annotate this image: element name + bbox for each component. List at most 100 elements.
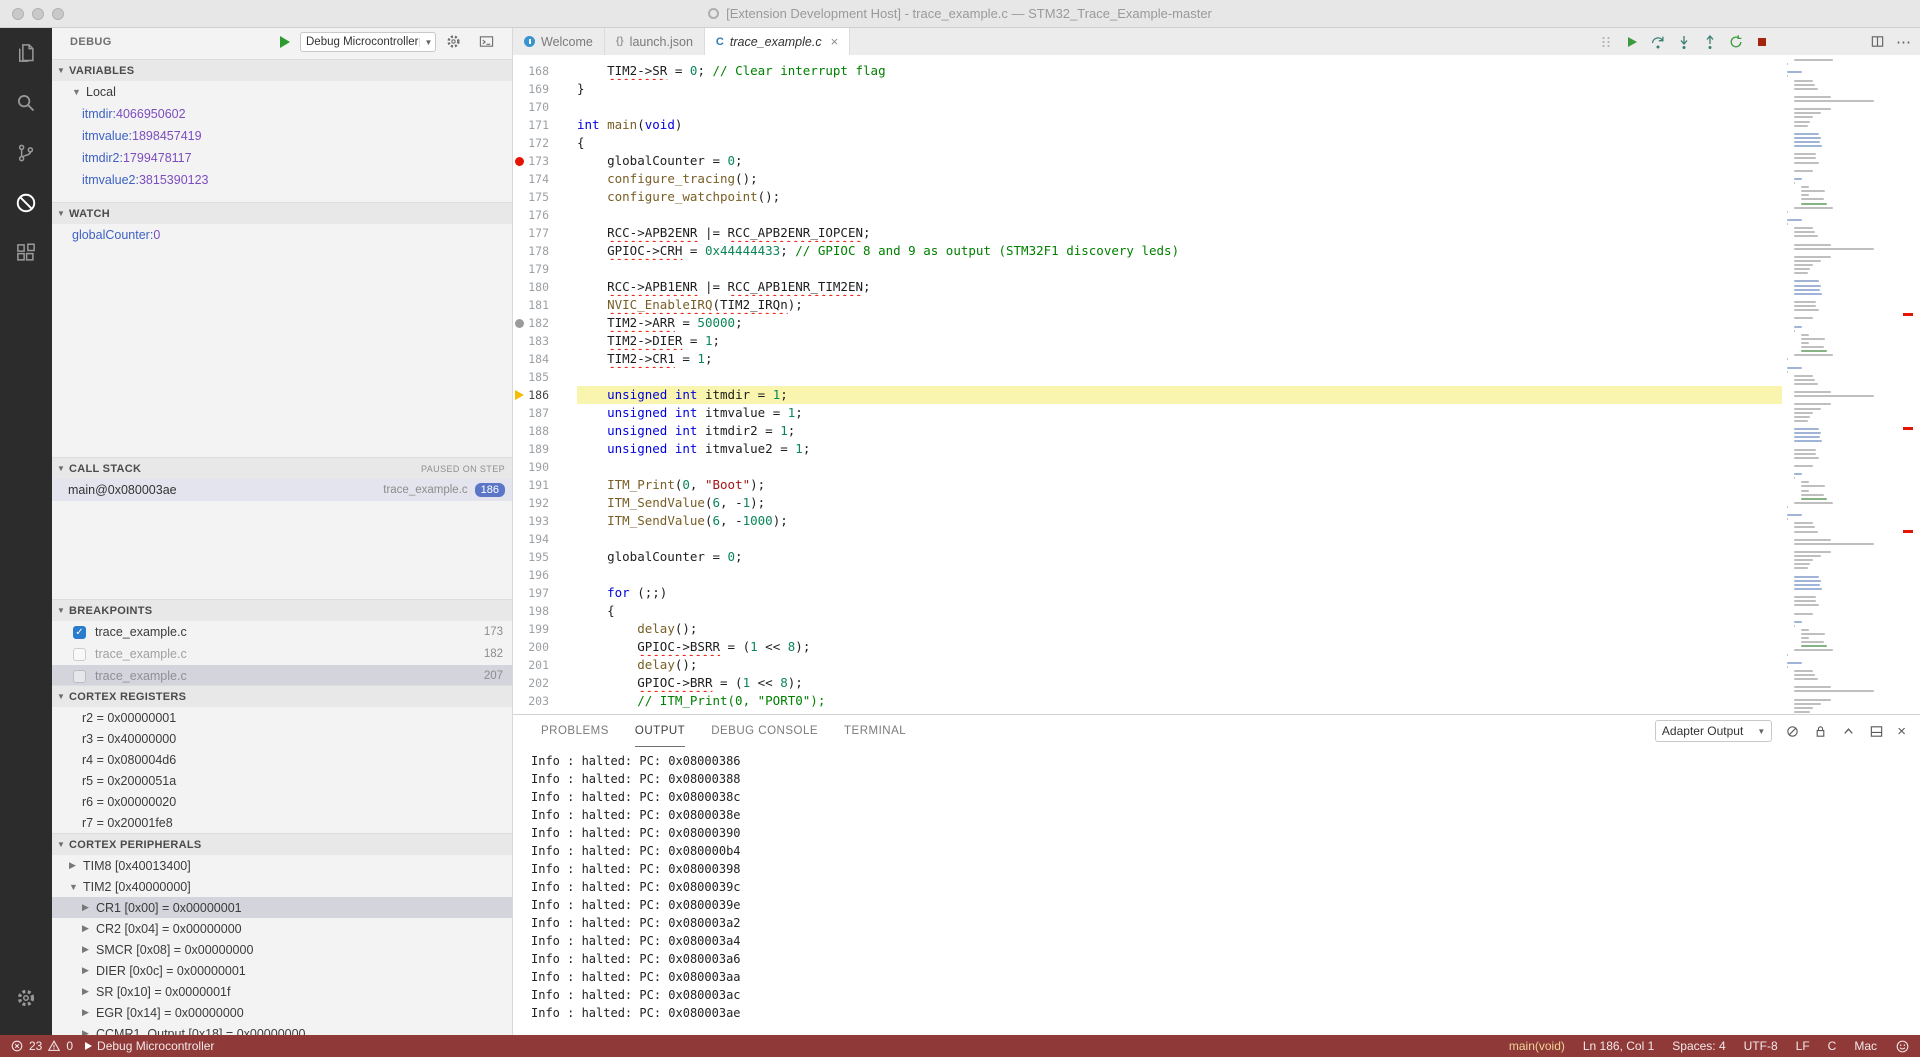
minimap[interactable] [1782, 55, 1895, 714]
breakpoint-glyph[interactable] [513, 278, 527, 296]
breakpoint-glyph[interactable] [513, 440, 527, 458]
peripheral-register-row[interactable]: ▶EGR [0x14] = 0x00000000 [52, 1002, 513, 1023]
watch-row[interactable]: globalCounter: 0 [52, 224, 513, 246]
sidebar-item-search[interactable] [0, 78, 52, 128]
watch-section-header[interactable]: ▼ WATCH [52, 202, 513, 224]
peripheral-register-row[interactable]: ▶DIER [0x0c] = 0x00000001 [52, 960, 513, 981]
scope-local-row[interactable]: ▼ Local [52, 81, 513, 103]
close-window-icon[interactable] [12, 8, 24, 20]
breakpoint-row[interactable]: ✓trace_example.c173 [52, 621, 513, 643]
code-line[interactable]: 181 NVIC_EnableIRQ(TIM2_IRQn); [513, 296, 1782, 314]
peripheral-register-row[interactable]: ▶CR2 [0x04] = 0x00000000 [52, 918, 513, 939]
breakpoint-glyph[interactable] [513, 476, 527, 494]
variable-row[interactable]: itmvalue2: 3815390123 [52, 169, 513, 191]
breakpoint-glyph[interactable] [513, 224, 527, 242]
register-row[interactable]: r3 = 0x40000000 [52, 728, 513, 749]
code-line[interactable]: 187 unsigned int itmvalue = 1; [513, 404, 1782, 422]
code-line[interactable]: 171int main(void) [513, 116, 1782, 134]
callstack-frame[interactable]: main@0x080003aetrace_example.c186 [52, 479, 513, 501]
breakpoint-checkbox[interactable]: ✓ [73, 626, 86, 639]
status-item[interactable]: Spaces: 4 [1672, 1039, 1725, 1053]
breakpoint-glyph[interactable] [513, 116, 527, 134]
output-log[interactable]: Info : halted: PC: 0x08000386Info : halt… [513, 747, 1920, 1036]
panel-tab-terminal[interactable]: TERMINAL [844, 715, 906, 747]
code-line[interactable]: 179 [513, 260, 1782, 278]
code-line[interactable]: 196 [513, 566, 1782, 584]
code-line[interactable]: 184 TIM2->CR1 = 1; [513, 350, 1782, 368]
split-editor-icon[interactable] [1870, 34, 1885, 49]
peripheral-row[interactable]: ▶TIM8 [0x40013400] [52, 855, 513, 876]
debug-config-dropdown[interactable]: Debug Microcontroller ▼ [300, 32, 436, 52]
register-row[interactable]: r5 = 0x2000051a [52, 770, 513, 791]
code-line[interactable]: 185 [513, 368, 1782, 386]
maximize-panel-button[interactable] [1841, 724, 1856, 739]
stop-button[interactable] [1754, 34, 1770, 50]
toolbar-drag-handle[interactable] [1598, 34, 1614, 50]
code-line[interactable]: 199 delay(); [513, 620, 1782, 638]
breakpoint-glyph[interactable] [513, 80, 527, 98]
breakpoint-glyph[interactable] [513, 134, 527, 152]
breakpoint-glyph[interactable] [513, 242, 527, 260]
code-line[interactable]: 190 [513, 458, 1782, 476]
breakpoint-glyph[interactable] [513, 674, 527, 692]
toggle-panel-button[interactable] [1869, 724, 1884, 739]
code-line[interactable]: 202 GPIOC->BRR = (1 << 8); [513, 674, 1782, 692]
scroll-lock-button[interactable] [1813, 724, 1828, 739]
code-line[interactable]: 186 unsigned int itmdir = 1; [513, 386, 1782, 404]
more-actions-icon[interactable]: ⋯ [1896, 33, 1912, 51]
breakpoint-glyph[interactable] [513, 206, 527, 224]
peripheral-register-row[interactable]: ▶SMCR [0x08] = 0x00000000 [52, 939, 513, 960]
status-item[interactable]: Ln 186, Col 1 [1583, 1039, 1654, 1053]
code-line[interactable]: 168 TIM2->SR = 0; // Clear interrupt fla… [513, 62, 1782, 80]
code-line[interactable]: 194 [513, 530, 1782, 548]
code-editor[interactable]: 168 TIM2->SR = 0; // Clear interrupt fla… [513, 55, 1782, 714]
panel-tab-output[interactable]: OUTPUT [635, 715, 685, 747]
breakpoint-glyph[interactable] [513, 458, 527, 476]
code-line[interactable]: 188 unsigned int itmdir2 = 1; [513, 422, 1782, 440]
maximize-window-icon[interactable] [52, 8, 64, 20]
breakpoint-glyph[interactable] [513, 404, 527, 422]
breakpoint-glyph[interactable] [513, 494, 527, 512]
breakpoint-glyph[interactable] [513, 170, 527, 188]
clear-output-button[interactable] [1785, 724, 1800, 739]
breakpoint-glyph[interactable] [513, 350, 527, 368]
code-line[interactable]: 170 [513, 98, 1782, 116]
current-line-arrow-icon[interactable] [513, 386, 527, 404]
debug-status[interactable]: Debug Microcontroller [85, 1039, 214, 1053]
breakpoint-glyph[interactable] [513, 656, 527, 674]
code-line[interactable]: 178 GPIOC->CRH = 0x44444433; // GPIOC 8 … [513, 242, 1782, 260]
register-row[interactable]: r4 = 0x080004d6 [52, 749, 513, 770]
breakpoint-glyph[interactable] [513, 98, 527, 116]
close-panel-icon[interactable]: × [1897, 723, 1906, 740]
code-line[interactable]: 200 GPIOC->BSRR = (1 << 8); [513, 638, 1782, 656]
current-symbol-status[interactable]: main(void) [1509, 1039, 1565, 1053]
tab-launch-json[interactable]: {} launch.json [605, 28, 705, 55]
sidebar-item-extensions[interactable] [0, 228, 52, 278]
step-into-button[interactable] [1676, 34, 1692, 50]
code-line[interactable]: 173 globalCounter = 0; [513, 152, 1782, 170]
configure-gear-button[interactable] [446, 34, 461, 49]
status-item[interactable]: Mac [1854, 1039, 1877, 1053]
code-line[interactable]: 172{ [513, 134, 1782, 152]
panel-tab-problems[interactable]: PROBLEMS [541, 715, 609, 747]
code-line[interactable]: 180 RCC->APB1ENR |= RCC_APB1ENR_TIM2EN; [513, 278, 1782, 296]
close-tab-icon[interactable]: × [831, 34, 839, 49]
code-line[interactable]: 175 configure_watchpoint(); [513, 188, 1782, 206]
breakpoint-glyph[interactable] [513, 530, 527, 548]
code-line[interactable]: 183 TIM2->DIER = 1; [513, 332, 1782, 350]
register-row[interactable]: r7 = 0x20001fe8 [52, 812, 513, 833]
breakpoint-glyph[interactable] [513, 296, 527, 314]
status-item[interactable]: C [1828, 1039, 1837, 1053]
start-debug-button[interactable] [280, 36, 290, 48]
output-channel-dropdown[interactable]: Adapter Output ▼ [1655, 720, 1772, 742]
peripheral-row[interactable]: ▼TIM2 [0x40000000] [52, 876, 513, 897]
feedback-smiley[interactable] [1895, 1039, 1910, 1054]
breakpoint-glyph[interactable] [513, 692, 527, 710]
debug-console-button[interactable] [479, 34, 494, 49]
breakpoint-row[interactable]: trace_example.c182 [52, 643, 513, 665]
breakpoint-glyph[interactable] [513, 548, 527, 566]
tab-welcome[interactable]: Welcome [513, 28, 605, 55]
restart-button[interactable] [1728, 34, 1744, 50]
breakpoint-glyph[interactable] [513, 422, 527, 440]
code-line[interactable]: 201 delay(); [513, 656, 1782, 674]
